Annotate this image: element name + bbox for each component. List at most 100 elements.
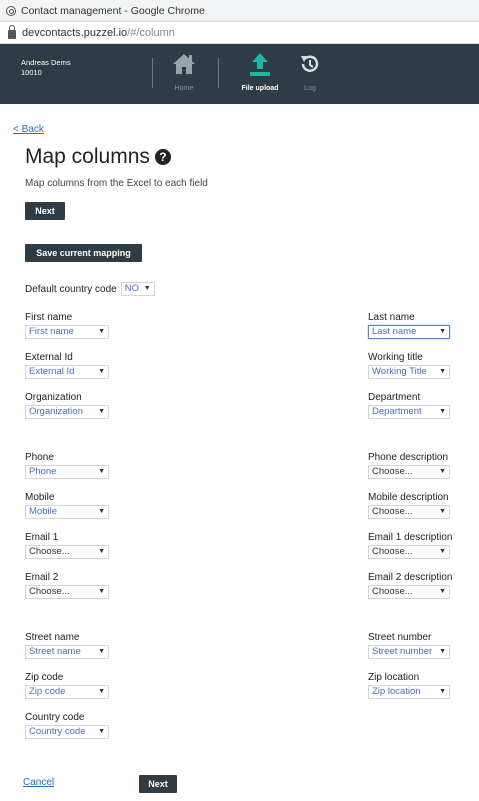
default-country-row: Default country code NO ▼	[25, 282, 155, 296]
field-label-email-2: Email 2	[25, 572, 59, 583]
field-label-last-name: Last name	[368, 312, 415, 323]
select-phone[interactable]: Phone ▼	[25, 465, 109, 479]
field-label-zip-code: Zip code	[25, 672, 64, 683]
select-last-name[interactable]: Last name ▼	[368, 325, 450, 339]
select-email-1[interactable]: Choose... ▼	[25, 545, 109, 559]
field-label-phone-description: Phone description	[368, 452, 449, 463]
select-zip-code[interactable]: Zip code ▼	[25, 685, 109, 699]
field-label-email-1-description: Email 1 description	[368, 532, 453, 543]
field-label-email-2-description: Email 2 description	[368, 572, 453, 583]
address-bar[interactable]: devcontacts.puzzel.io/#/column	[0, 22, 479, 44]
history-icon	[301, 55, 319, 72]
default-country-value: NO	[124, 283, 139, 294]
chevron-down-icon: ▼	[98, 728, 105, 735]
select-first-name[interactable]: First name ▼	[25, 325, 109, 339]
save-mapping-button[interactable]: Save current mapping	[25, 244, 142, 262]
field-label-email-1: Email 1	[25, 532, 59, 543]
select-value: Mobile	[29, 506, 57, 517]
window-title: Contact management - Google Chrome	[21, 4, 205, 17]
user-info: Andreas Dems 10010	[21, 58, 71, 78]
upload-icon	[250, 53, 270, 76]
select-department[interactable]: Department ▼	[368, 405, 450, 419]
chevron-down-icon: ▼	[439, 648, 446, 655]
select-email-2-description[interactable]: Choose... ▼	[368, 585, 450, 599]
field-label-street-name: Street name	[25, 632, 80, 643]
field-label-organization: Organization	[25, 392, 82, 403]
nav-divider	[218, 58, 219, 88]
default-country-label: Default country code	[25, 283, 117, 295]
nav-file-upload[interactable]: File upload	[232, 50, 288, 98]
select-value: Organization	[29, 406, 83, 417]
field-label-country-code: Country code	[25, 712, 85, 723]
help-icon[interactable]: ?	[154, 149, 171, 165]
next-button-top[interactable]: Next	[25, 202, 65, 220]
field-label-zip-location: Zip location	[368, 672, 420, 683]
select-phone-description[interactable]: Choose... ▼	[368, 465, 450, 479]
chevron-down-icon: ▼	[98, 508, 105, 515]
select-value: Country code	[29, 726, 86, 737]
chevron-down-icon: ▼	[439, 408, 446, 415]
lock-icon	[8, 25, 16, 39]
cancel-link[interactable]: Cancel	[23, 777, 54, 788]
chevron-down-icon: ▼	[439, 468, 446, 475]
field-label-working-title: Working title	[368, 352, 423, 363]
chevron-down-icon: ▼	[98, 548, 105, 555]
select-external-id[interactable]: External Id ▼	[25, 365, 109, 379]
select-value: Choose...	[372, 466, 413, 477]
app-header: Andreas Dems 10010 Home File upload Log	[0, 44, 479, 104]
url-path: /#/column	[127, 26, 175, 39]
select-value: Last name	[372, 326, 417, 337]
field-label-street-number: Street number	[368, 632, 432, 643]
page-title: Map columns ?	[25, 145, 171, 169]
field-label-mobile: Mobile	[25, 492, 55, 503]
chevron-down-icon: ▼	[98, 468, 105, 475]
nav-file-upload-label: File upload	[241, 85, 279, 92]
select-value: Street name	[29, 646, 81, 657]
back-link[interactable]: < Back	[13, 124, 44, 135]
select-street-number[interactable]: Street number ▼	[368, 645, 450, 659]
nav-log[interactable]: Log	[282, 50, 338, 98]
field-label-phone: Phone	[25, 452, 54, 463]
select-value: Choose...	[372, 586, 413, 597]
nav-home-label: Home	[174, 85, 194, 92]
select-value: Street number	[372, 646, 433, 657]
select-value: Phone	[29, 466, 57, 477]
chevron-down-icon: ▼	[98, 688, 105, 695]
select-email-1-description[interactable]: Choose... ▼	[368, 545, 450, 559]
home-icon	[173, 54, 195, 74]
select-value: Choose...	[372, 506, 413, 517]
chevron-down-icon: ▼	[98, 328, 105, 335]
chevron-down-icon: ▼	[98, 588, 105, 595]
page-subtitle: Map columns from the Excel to each field	[25, 178, 208, 189]
select-value: Zip code	[29, 686, 66, 697]
user-name: Andreas Dems	[21, 58, 71, 67]
select-value: Choose...	[29, 546, 70, 557]
select-value: Zip location	[372, 686, 421, 697]
nav-divider	[152, 58, 153, 88]
window-titlebar: Contact management - Google Chrome	[0, 0, 479, 22]
select-country-code[interactable]: Country code ▼	[25, 725, 109, 739]
field-label-external-id: External Id	[25, 352, 73, 363]
select-mobile-description[interactable]: Choose... ▼	[368, 505, 450, 519]
chevron-down-icon: ▼	[98, 648, 105, 655]
chevron-down-icon: ▼	[439, 328, 446, 335]
user-id: 10010	[21, 68, 42, 77]
field-label-department: Department	[368, 392, 421, 403]
select-value: Choose...	[372, 546, 413, 557]
url-host: devcontacts.puzzel.io	[22, 26, 128, 39]
select-organization[interactable]: Organization ▼	[25, 405, 109, 419]
chevron-down-icon: ▼	[98, 368, 105, 375]
default-country-select[interactable]: NO ▼	[120, 282, 155, 296]
select-street-name[interactable]: Street name ▼	[25, 645, 109, 659]
select-value: Department	[372, 406, 422, 417]
next-button-bottom[interactable]: Next	[139, 775, 177, 793]
chevron-down-icon: ▼	[439, 508, 446, 515]
select-value: Working Title	[372, 366, 427, 377]
nav-home[interactable]: Home	[156, 50, 212, 98]
page-title-text: Map columns	[25, 145, 150, 168]
select-email-2[interactable]: Choose... ▼	[25, 585, 109, 599]
select-working-title[interactable]: Working Title ▼	[368, 365, 450, 379]
select-value: Choose...	[29, 586, 70, 597]
select-mobile[interactable]: Mobile ▼	[25, 505, 109, 519]
select-zip-location[interactable]: Zip location ▼	[368, 685, 450, 699]
